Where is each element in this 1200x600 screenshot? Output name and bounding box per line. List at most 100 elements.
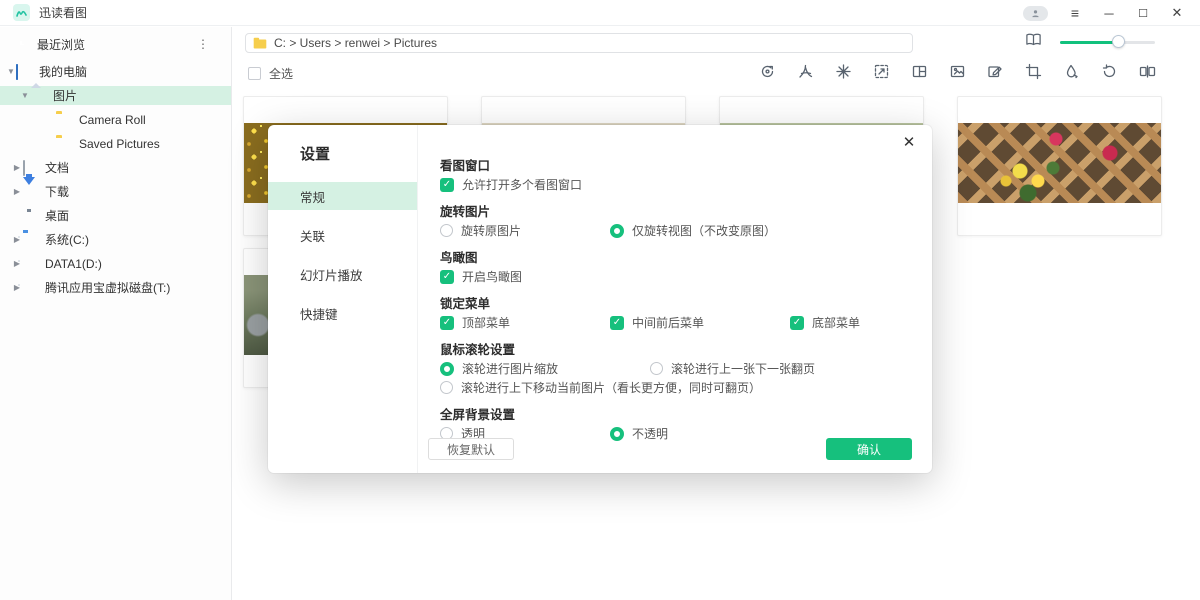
radio-wheel-pan[interactable]: 滚轮进行上下移动当前图片（看长更方便，同时可翻页） — [440, 379, 761, 396]
sidebar-item-camera-roll[interactable]: Camera Roll — [0, 110, 231, 129]
radio-rotate-view-only[interactable]: 仅旋转视图（不改变原图） — [610, 222, 776, 239]
edit-icon[interactable] — [987, 63, 1004, 80]
caret-right-icon[interactable]: ▶ — [12, 187, 22, 196]
sidebar-item-label: Saved Pictures — [79, 137, 160, 151]
toolbar-icons — [759, 63, 1156, 80]
sidebar-item-pictures[interactable]: ▼ 图片 — [0, 86, 231, 105]
sidebar-item-label: 最近浏览 — [37, 36, 85, 53]
rotate-icon[interactable] — [1101, 63, 1118, 80]
tab-general[interactable]: 常规 — [268, 182, 417, 210]
checkbox-checked-icon: ✓ — [440, 178, 454, 192]
radio-selected-icon — [440, 362, 454, 376]
sidebar-item-label: 图片 — [53, 87, 77, 104]
sidebar-item-my-computer[interactable]: ▼ 我的电脑 — [0, 62, 231, 81]
sidebar-item-downloads[interactable]: ▶ 下载 — [0, 182, 231, 201]
thumbnail-image — [958, 123, 1161, 203]
sidebar-item-label: 系统(C:) — [45, 231, 89, 248]
radio-wheel-flip[interactable]: 滚轮进行上一张下一张翻页 — [650, 360, 815, 377]
sidebar-item-documents[interactable]: ▶ 文档 — [0, 158, 231, 177]
caret-right-icon[interactable]: ▶ — [12, 259, 22, 268]
radio-unselected-icon — [440, 224, 453, 237]
crop-icon[interactable] — [1025, 63, 1042, 80]
sidebar-item-label: 腾讯应用宝虚拟磁盘(T:) — [45, 279, 170, 296]
app-title: 迅读看图 — [39, 4, 87, 21]
section-title-wheel: 鼠标滚轮设置 — [440, 339, 914, 356]
user-avatar-button[interactable] — [1023, 6, 1048, 21]
format-convert-icon[interactable] — [759, 63, 776, 80]
radio-selected-icon — [610, 224, 624, 238]
tab-shortcuts[interactable]: 快捷键 — [268, 299, 417, 327]
sidebar-item-desktop[interactable]: 桌面 — [0, 206, 231, 225]
zoom-slider[interactable] — [1060, 32, 1155, 52]
kebab-menu-icon[interactable]: ⋮ — [197, 37, 209, 51]
close-icon[interactable]: ✕ — [1160, 0, 1194, 26]
breadcrumb: C: > Users > renwei > Pictures — [274, 36, 437, 50]
checkbox-unchecked-icon[interactable] — [248, 67, 261, 80]
caret-down-icon[interactable]: ▼ — [6, 67, 16, 76]
collage-icon[interactable] — [911, 63, 928, 80]
select-all-label: 全选 — [269, 65, 293, 82]
option-label: 旋转原图片 — [461, 222, 521, 239]
minimize-icon[interactable]: ─ — [1092, 0, 1126, 26]
checkbox-checked-icon: ✓ — [790, 316, 804, 330]
checkbox-checked-icon: ✓ — [610, 316, 624, 330]
menu-icon[interactable]: ≡ — [1058, 0, 1092, 26]
section-title-birdseye: 鸟瞰图 — [440, 247, 914, 264]
sidebar-item-drive-c[interactable]: ▶ 系统(C:) — [0, 230, 231, 249]
option-label: 滚轮进行上下移动当前图片（看长更方便，同时可翻页） — [461, 379, 761, 396]
sidebar: 最近浏览 ⋮ ▼ 我的电脑 ▼ 图片 Camera Roll Saved Pic… — [0, 27, 232, 600]
reading-mode-icon[interactable] — [1025, 33, 1042, 52]
caret-down-icon[interactable]: ▼ — [20, 91, 30, 100]
tab-slideshow[interactable]: 幻灯片播放 — [268, 260, 417, 288]
sidebar-item-recent[interactable]: 最近浏览 ⋮ — [0, 35, 231, 54]
caret-right-icon[interactable]: ▶ — [12, 283, 22, 292]
tab-association[interactable]: 关联 — [268, 221, 417, 249]
checkbox-checked-icon: ✓ — [440, 316, 454, 330]
titlebar: 迅读看图 ≡ ─ ☐ ✕ — [0, 0, 1200, 26]
section-title-fullscreen-bg: 全屏背景设置 — [440, 404, 914, 421]
compress-icon[interactable] — [835, 63, 852, 80]
slider-thumb[interactable] — [1112, 35, 1125, 48]
path-input[interactable]: C: > Users > renwei > Pictures — [245, 33, 913, 53]
compare-icon[interactable] — [1139, 63, 1156, 80]
sidebar-item-label: Camera Roll — [79, 113, 146, 127]
dialog-close-icon[interactable]: ✕ — [900, 133, 918, 151]
caret-right-icon[interactable]: ▶ — [12, 235, 22, 244]
restore-defaults-button[interactable]: 恢复默认 — [428, 438, 514, 460]
checkbox-bottom-menu[interactable]: ✓ 底部菜单 — [790, 314, 860, 331]
maximize-icon[interactable]: ☐ — [1126, 0, 1160, 26]
sidebar-item-drive-t[interactable]: ▶ 腾讯应用宝虚拟磁盘(T:) — [0, 278, 231, 297]
resize-icon[interactable] — [873, 63, 890, 80]
checkbox-allow-multiple-windows[interactable]: ✓ 允许打开多个看图窗口 — [440, 176, 582, 193]
radio-unselected-icon — [440, 381, 453, 394]
app-logo-icon — [13, 4, 30, 21]
sidebar-item-label: 桌面 — [45, 207, 69, 224]
radio-unselected-icon — [650, 362, 663, 375]
beautify-icon[interactable] — [1063, 63, 1080, 80]
sidebar-item-drive-d[interactable]: ▶ DATA1(D:) — [0, 254, 231, 273]
ocr-icon[interactable] — [949, 63, 966, 80]
option-label: 底部菜单 — [812, 314, 860, 331]
option-label: 仅旋转视图（不改变原图） — [632, 222, 776, 239]
sidebar-item-label: 我的电脑 — [39, 63, 87, 80]
slider-fill — [1060, 41, 1115, 44]
pdf-icon[interactable] — [797, 63, 814, 80]
settings-content: 看图窗口 ✓ 允许打开多个看图窗口 旋转图片 旋转原图片 仅旋转视图（不改变原图… — [440, 155, 914, 450]
documents-icon — [23, 160, 25, 176]
section-title-rotate: 旋转图片 — [440, 201, 914, 218]
folder-icon — [254, 40, 267, 49]
sidebar-item-saved-pictures[interactable]: Saved Pictures — [0, 134, 231, 153]
confirm-button[interactable]: 确认 — [826, 438, 912, 460]
checkbox-enable-birdseye[interactable]: ✓ 开启鸟瞰图 — [440, 268, 522, 285]
checkbox-middle-menu[interactable]: ✓ 中间前后菜单 — [610, 314, 790, 331]
radio-rotate-original[interactable]: 旋转原图片 — [440, 222, 610, 239]
thumbnail-card[interactable] — [957, 96, 1162, 236]
settings-nav: 设置 常规 关联 幻灯片播放 快捷键 — [268, 125, 418, 473]
radio-wheel-zoom[interactable]: 滚轮进行图片缩放 — [440, 360, 650, 377]
checkbox-checked-icon: ✓ — [440, 270, 454, 284]
select-all-checkbox[interactable]: 全选 — [248, 65, 293, 82]
checkbox-top-menu[interactable]: ✓ 顶部菜单 — [440, 314, 610, 331]
settings-dialog: ✕ 设置 常规 关联 幻灯片播放 快捷键 看图窗口 ✓ 允许打开多个看图窗口 旋… — [268, 125, 932, 473]
caret-right-icon[interactable]: ▶ — [12, 163, 22, 172]
sidebar-item-label: 下载 — [45, 183, 69, 200]
